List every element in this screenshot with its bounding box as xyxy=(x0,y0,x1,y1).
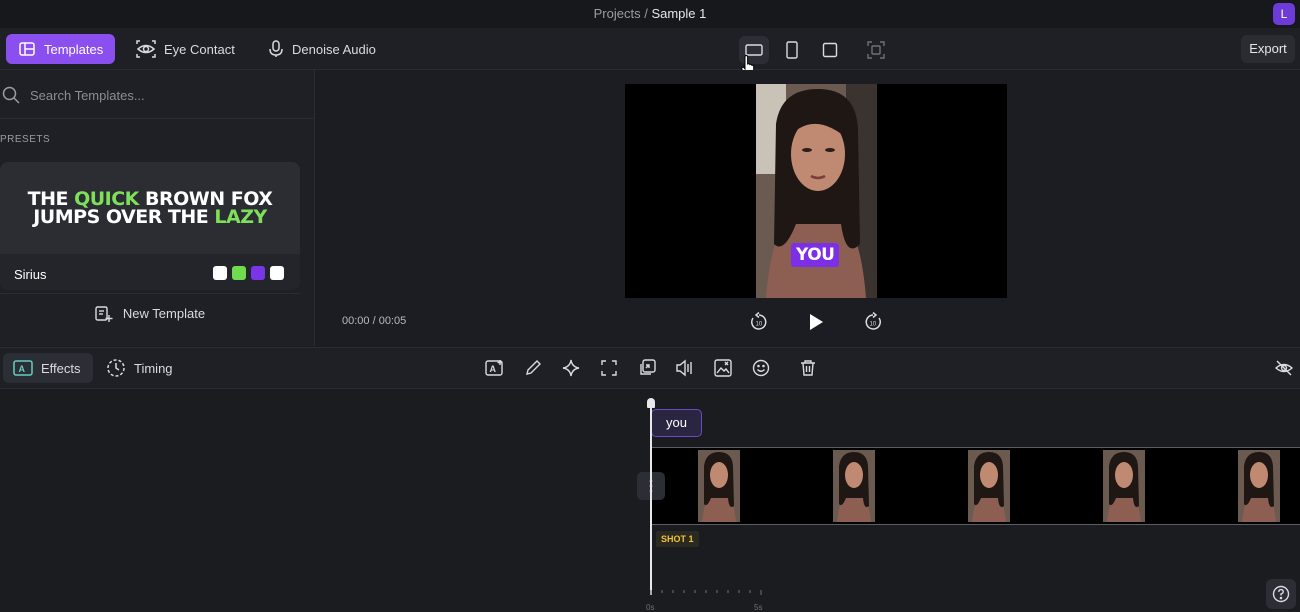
playhead-handle[interactable] xyxy=(647,398,655,408)
transition-button[interactable] xyxy=(635,356,659,380)
search-input[interactable] xyxy=(30,87,290,103)
tab-timing[interactable]: Timing xyxy=(104,353,183,383)
color-swatch xyxy=(270,266,284,280)
avatar[interactable]: L xyxy=(1273,3,1295,25)
transition-icon xyxy=(638,359,656,377)
hide-button[interactable] xyxy=(1272,356,1296,380)
svg-text:A: A xyxy=(490,364,497,374)
breadcrumb: Projects / Sample 1 xyxy=(0,6,1300,21)
add-text-icon: A xyxy=(485,359,505,377)
sparkle-icon xyxy=(562,359,580,377)
video-thumbnail xyxy=(1238,450,1280,522)
audio-icon xyxy=(675,359,695,377)
breadcrumb-separator: / xyxy=(644,6,648,21)
image-edit-button[interactable] xyxy=(711,356,735,380)
forward-button[interactable]: 10 xyxy=(861,310,885,334)
svg-text:A: A xyxy=(19,364,26,374)
video-thumbnail xyxy=(833,450,875,522)
portrait-ratio-button[interactable] xyxy=(777,36,807,64)
effects-label: Effects xyxy=(41,360,81,376)
time-display: 00:00 / 00:05 xyxy=(342,315,407,327)
color-swatch xyxy=(213,266,227,280)
eye-icon xyxy=(136,40,156,58)
templates-icon xyxy=(18,40,36,58)
color-swatch xyxy=(251,266,265,280)
presets-heading: PRESETS xyxy=(0,134,51,145)
video-thumbnail xyxy=(698,450,740,522)
timing-label: Timing xyxy=(134,360,173,376)
image-edit-icon xyxy=(714,359,732,377)
help-button[interactable] xyxy=(1266,579,1296,609)
ruler-start-label: 0s xyxy=(646,603,655,612)
templates-button[interactable]: Templates xyxy=(6,34,116,64)
preset-card-sirius[interactable]: THE QUICK BROWN FOX JUMPS OVER THE LAZY … xyxy=(0,162,300,290)
preset-preview: THE QUICK BROWN FOX JUMPS OVER THE LAZY xyxy=(0,162,300,254)
caption-overlay[interactable]: YOU xyxy=(791,243,840,267)
search-icon xyxy=(2,86,20,104)
play-icon xyxy=(807,312,825,332)
add-text-button[interactable]: A xyxy=(483,356,507,380)
playhead[interactable] xyxy=(650,403,652,595)
video-thumbnail xyxy=(968,450,1010,522)
pen-icon xyxy=(524,359,542,377)
color-swatch xyxy=(232,266,246,280)
tab-effects[interactable]: A Effects xyxy=(3,353,93,383)
square-icon xyxy=(822,42,838,58)
timer-icon xyxy=(106,358,126,378)
expand-button[interactable] xyxy=(597,356,621,380)
preview-line-2: JUMPS OVER THE LAZY xyxy=(33,206,267,228)
eye-contact-label: Eye Contact xyxy=(164,41,235,57)
rewind-button[interactable]: 10 xyxy=(747,310,771,334)
new-template-label: New Template xyxy=(122,306,206,321)
templates-label: Templates xyxy=(44,41,104,57)
forward-icon: 10 xyxy=(863,312,883,332)
play-button[interactable] xyxy=(804,310,828,334)
emoji-icon xyxy=(752,359,770,377)
shot-label: SHOT 1 xyxy=(656,531,699,547)
square-ratio-button[interactable] xyxy=(815,36,845,64)
effects-icon: A xyxy=(13,359,33,377)
eye-off-icon xyxy=(1274,359,1294,377)
svg-text:10: 10 xyxy=(870,322,877,328)
emoji-button[interactable] xyxy=(749,356,773,380)
breadcrumb-projects-link[interactable]: Projects xyxy=(594,6,641,21)
eye-contact-button[interactable]: Eye Contact xyxy=(124,34,247,64)
rewind-icon: 10 xyxy=(749,312,769,332)
delete-button[interactable] xyxy=(796,356,820,380)
denoise-audio-button[interactable]: Denoise Audio xyxy=(256,34,388,64)
microphone-icon xyxy=(268,40,284,58)
crop-icon xyxy=(867,41,885,59)
time-ruler xyxy=(645,590,765,612)
denoise-audio-label: Denoise Audio xyxy=(292,41,376,57)
breadcrumb-current: Sample 1 xyxy=(651,6,707,21)
new-template-button[interactable]: New Template xyxy=(0,293,300,333)
portrait-icon xyxy=(785,41,799,59)
ruler-end-label: 5s xyxy=(754,603,763,612)
video-track[interactable] xyxy=(652,447,1300,525)
trash-icon xyxy=(799,359,817,377)
svg-text:10: 10 xyxy=(756,322,763,328)
help-icon xyxy=(1272,585,1290,603)
divider xyxy=(0,118,314,119)
template-search[interactable] xyxy=(0,78,314,112)
video-thumbnail xyxy=(1103,450,1145,522)
caption-clip[interactable]: you xyxy=(651,409,702,437)
audio-button[interactable] xyxy=(673,356,697,380)
pen-button[interactable] xyxy=(521,356,545,380)
export-button[interactable]: Export xyxy=(1241,35,1295,63)
expand-icon xyxy=(600,359,618,377)
new-template-icon xyxy=(95,305,113,323)
crop-button[interactable] xyxy=(861,36,891,64)
preset-name: Sirius xyxy=(14,267,47,282)
sparkle-button[interactable] xyxy=(559,356,583,380)
